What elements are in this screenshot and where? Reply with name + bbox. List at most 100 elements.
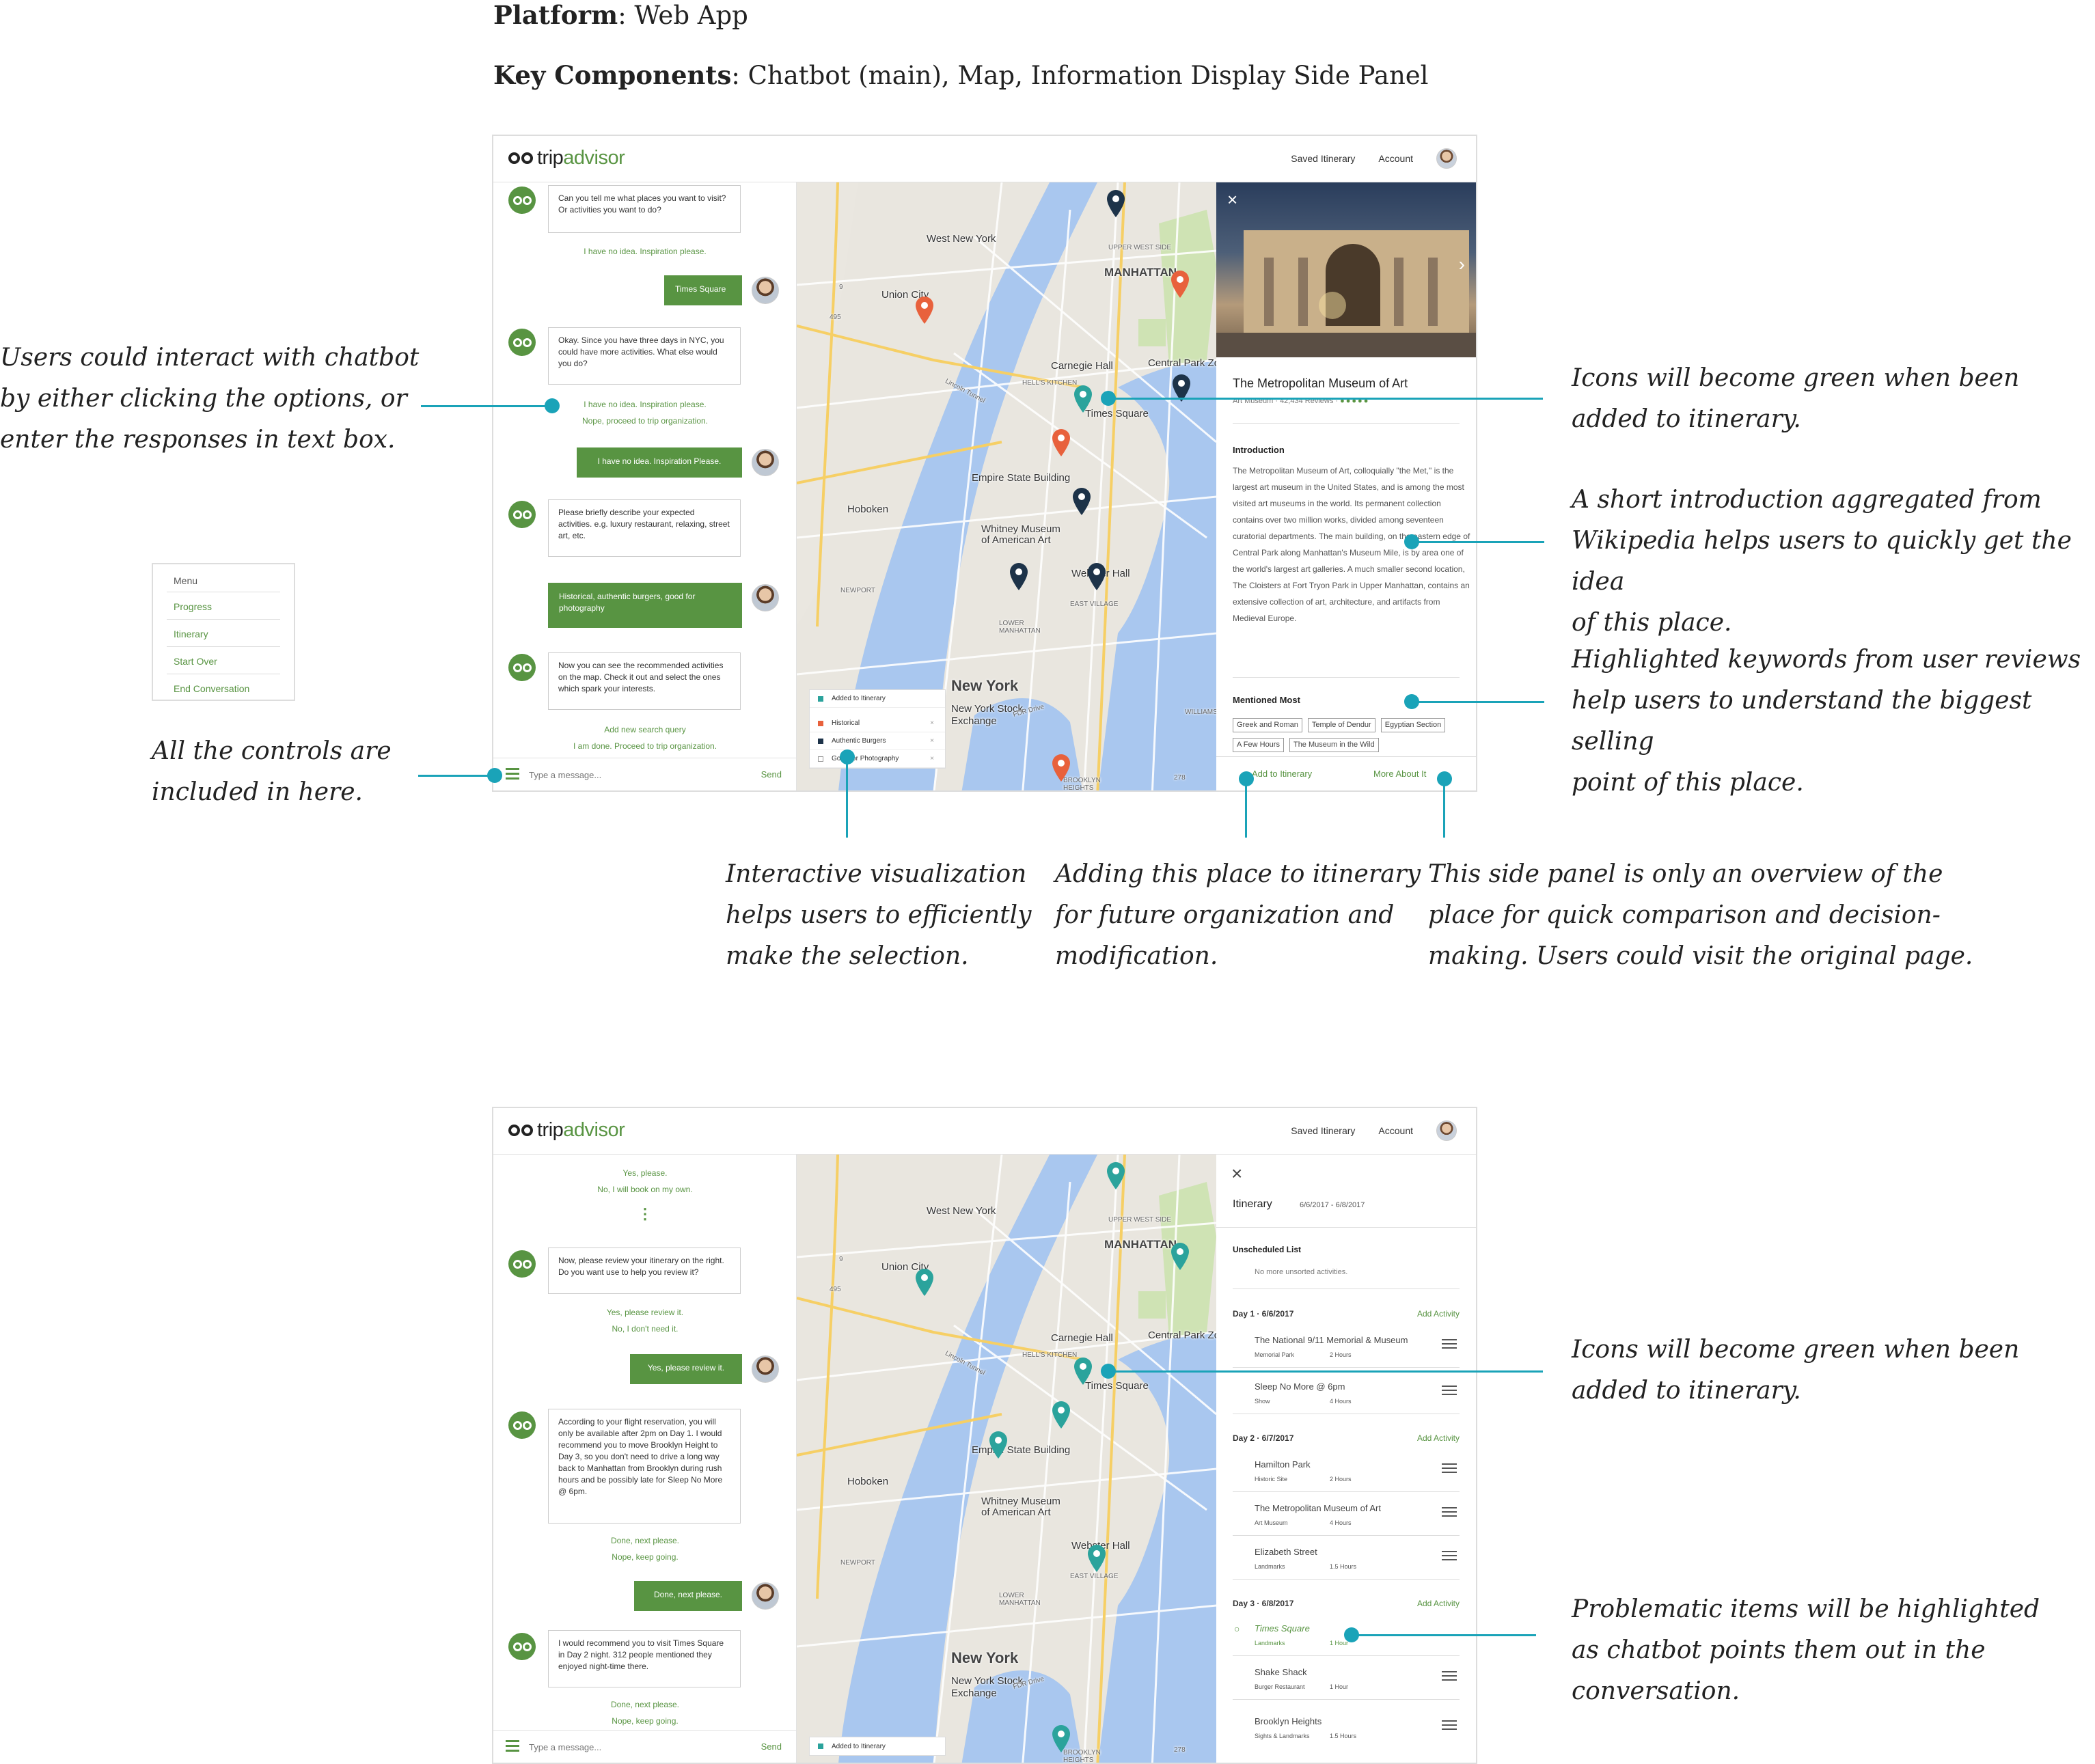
map-pin-historical[interactable] xyxy=(1051,754,1071,782)
drag-handle-icon[interactable] xyxy=(1442,1339,1457,1351)
legend-historical[interactable]: Historical × xyxy=(810,715,945,732)
saved-itinerary-link[interactable]: Saved Itinerary xyxy=(1291,1125,1355,1136)
map-label: HELL'S KITCHEN xyxy=(1022,379,1078,387)
saved-itinerary-link[interactable]: Saved Itinerary xyxy=(1291,153,1355,164)
chat-option[interactable]: Yes, please review it. xyxy=(493,1308,797,1317)
drag-handle-icon[interactable] xyxy=(1442,1671,1457,1683)
menu-icon[interactable] xyxy=(506,1740,519,1752)
itinerary-item[interactable]: Sleep No More @ 6pm Show 4 Hours xyxy=(1233,1375,1460,1414)
account-link[interactable]: Account xyxy=(1378,153,1413,164)
menu-item-progress[interactable]: Progress xyxy=(174,601,212,612)
legend-photography[interactable]: Good for Photography × xyxy=(810,750,945,768)
user-avatar[interactable] xyxy=(1436,1120,1457,1141)
map-pin-added[interactable] xyxy=(1073,385,1093,413)
chat-option[interactable]: Nope, proceed to trip organization. xyxy=(493,416,797,426)
itinerary-dates: 6/6/2017 - 6/8/2017 xyxy=(1300,1201,1365,1209)
user-chat-avatar xyxy=(752,449,779,476)
itinerary-item[interactable]: Elizabeth Street Landmarks 1.5 Hours xyxy=(1233,1540,1460,1580)
unscheduled-heading: Unscheduled List xyxy=(1233,1245,1302,1254)
itinerary-item[interactable]: The National 9/11 Memorial & Museum Memor… xyxy=(1233,1328,1460,1368)
keyword-tag[interactable]: Temple of Dendur xyxy=(1307,718,1375,732)
chevron-right-icon[interactable]: › xyxy=(1459,253,1465,275)
chat-option[interactable]: Nope, keep going. xyxy=(493,1552,797,1562)
send-button[interactable]: Send xyxy=(761,769,782,780)
chat-option[interactable]: Done, next please. xyxy=(493,1536,797,1545)
send-button[interactable]: Send xyxy=(761,1741,782,1752)
map-view[interactable]: West New York Union City MANHATTAN UPPER… xyxy=(797,182,1216,790)
chat-option[interactable]: No, I will book on my own. xyxy=(493,1185,797,1194)
keyword-tag[interactable]: Egyptian Section xyxy=(1380,718,1446,732)
road-shield: 495 xyxy=(830,314,841,321)
add-activity-button[interactable]: Add Activity xyxy=(1417,1433,1460,1443)
map-view[interactable]: West New York Union City MANHATTAN UPPER… xyxy=(797,1155,1216,1763)
more-about-it-link[interactable]: More About It xyxy=(1373,769,1426,779)
message-input[interactable] xyxy=(529,765,734,784)
menu-item-end-conversation[interactable]: End Conversation xyxy=(174,683,249,694)
chat-option[interactable]: Done, next please. xyxy=(493,1700,797,1709)
legend-added[interactable]: Added to Itinerary xyxy=(810,690,945,708)
tripadvisor-logo[interactable]: tripadvisor xyxy=(508,1119,625,1142)
legend-burgers[interactable]: Authentic Burgers × xyxy=(810,732,945,750)
close-icon[interactable]: × xyxy=(1231,1163,1242,1185)
map-pin-burgers[interactable] xyxy=(1086,562,1107,591)
menu-icon[interactable] xyxy=(506,768,519,780)
chat-option[interactable]: No, I don't need it. xyxy=(493,1324,797,1334)
map-pin-added[interactable] xyxy=(1051,1724,1071,1753)
remove-icon[interactable]: × xyxy=(930,719,934,727)
menu-item-start-over[interactable]: Start Over xyxy=(174,656,217,667)
map-pin-added[interactable] xyxy=(914,1268,935,1297)
annotation-adding: Adding this place to itinerary for future… xyxy=(1055,860,1421,970)
close-icon[interactable]: × xyxy=(1227,189,1237,210)
keyword-tag[interactable]: Greek and Roman xyxy=(1233,718,1302,732)
account-link[interactable]: Account xyxy=(1378,1125,1413,1136)
user-avatar[interactable] xyxy=(1436,148,1457,169)
drag-handle-icon[interactable] xyxy=(1442,1463,1457,1476)
map-label: Central Park Zo xyxy=(1148,357,1216,369)
map-pin-added[interactable] xyxy=(1086,1544,1107,1573)
map-pin-added[interactable] xyxy=(1051,1401,1071,1429)
tripadvisor-logo[interactable]: tripadvisor xyxy=(508,147,625,169)
itinerary-item[interactable]: The Metropolitan Museum of Art Art Museum… xyxy=(1233,1496,1460,1536)
map-pin-historical[interactable] xyxy=(1051,428,1071,457)
remove-icon[interactable]: × xyxy=(930,755,934,762)
map-pin-historical[interactable] xyxy=(914,296,935,325)
map-pin-added[interactable] xyxy=(1073,1357,1093,1386)
map-pin-burgers[interactable] xyxy=(1009,562,1029,591)
add-activity-button[interactable]: Add Activity xyxy=(1417,1599,1460,1608)
keyword-tag[interactable]: A Few Hours xyxy=(1233,738,1284,752)
road-shield: 495 xyxy=(830,1286,841,1293)
chat-option[interactable]: I have no idea. Inspiration please. xyxy=(493,400,797,409)
legend-added[interactable]: Added to Itinerary xyxy=(810,1737,945,1755)
drag-handle-icon[interactable] xyxy=(1442,1386,1457,1398)
map-pin-added[interactable] xyxy=(988,1431,1009,1459)
chat-input-bar: Send xyxy=(493,758,797,790)
chat-option[interactable]: Nope, keep going. xyxy=(493,1716,797,1726)
keyword-tag[interactable]: The Museum in the Wild xyxy=(1289,738,1379,752)
map-pin-burgers[interactable] xyxy=(1106,189,1126,218)
chat-option[interactable]: I am done. Proceed to trip organization. xyxy=(493,741,797,751)
search-icon: ○ xyxy=(1234,1623,1240,1634)
user-chat-avatar xyxy=(752,584,779,611)
itinerary-item[interactable]: Shake Shack Burger Restaurant 1 Hour xyxy=(1233,1660,1460,1700)
chat-option[interactable]: I have no idea. Inspiration please. xyxy=(493,247,797,256)
map-pin-historical[interactable] xyxy=(1170,270,1190,299)
remove-icon[interactable]: × xyxy=(930,737,934,745)
chat-input-bar: Send xyxy=(493,1730,797,1763)
user-message: Times Square xyxy=(664,275,742,305)
chat-option[interactable]: Add new search query xyxy=(493,725,797,734)
drag-handle-icon[interactable] xyxy=(1442,1720,1457,1733)
add-to-itinerary-button[interactable]: Add to Itinerary xyxy=(1252,769,1312,779)
drag-handle-icon[interactable] xyxy=(1442,1551,1457,1563)
itinerary-item[interactable]: Brooklyn Heights Sights & Landmarks 1.5 Ho… xyxy=(1233,1709,1460,1749)
menu-item-itinerary[interactable]: Itinerary xyxy=(174,629,208,639)
message-input[interactable] xyxy=(529,1737,734,1756)
map-pin-burgers[interactable] xyxy=(1071,487,1092,516)
drag-handle-icon[interactable] xyxy=(1442,1507,1457,1519)
map-pin-added[interactable] xyxy=(1170,1242,1190,1271)
map-label: NEWPORT xyxy=(840,1559,875,1567)
road-shield: 9 xyxy=(839,1256,843,1263)
itinerary-item[interactable]: Hamilton Park Historic Site 2 Hours xyxy=(1233,1452,1460,1492)
add-activity-button[interactable]: Add Activity xyxy=(1417,1309,1460,1319)
map-pin-added[interactable] xyxy=(1106,1161,1126,1190)
chat-option[interactable]: Yes, please. xyxy=(493,1168,797,1178)
